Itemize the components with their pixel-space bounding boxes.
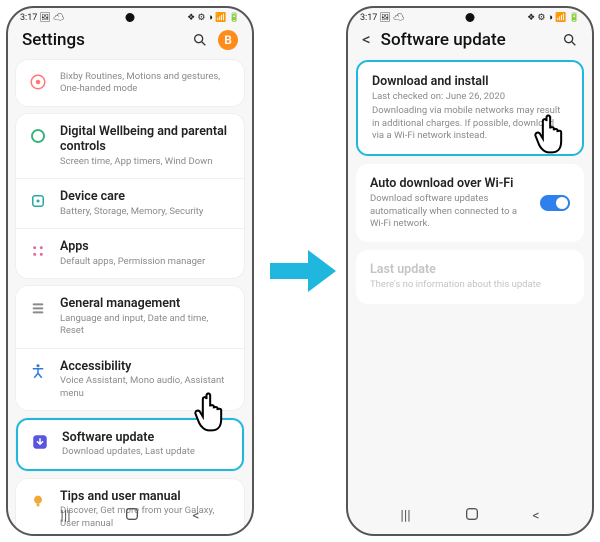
- item-sub: Screen time, App timers, Wind Down: [60, 156, 232, 168]
- item-title: Last update: [370, 262, 570, 277]
- accessibility-icon: [28, 361, 48, 381]
- nav-back[interactable]: <: [532, 508, 539, 524]
- item-sub: Battery, Storage, Memory, Security: [60, 206, 232, 218]
- settings-item-general[interactable]: General managementLanguage and input, Da…: [16, 286, 244, 347]
- devicecare-icon: [28, 191, 48, 211]
- general-icon: [28, 298, 48, 318]
- item-sub: Voice Assistant, Mono audio, Assistant m…: [60, 375, 232, 400]
- settings-item-accessibility[interactable]: AccessibilityVoice Assistant, Mono audio…: [16, 348, 244, 410]
- camera-cutout: [466, 13, 475, 22]
- apps-icon: [28, 241, 48, 261]
- item-title: Apps: [60, 239, 232, 255]
- status-icons-left: 🖼 ☁: [379, 13, 404, 23]
- item-sub: Bixby Routines, Motions and gestures, On…: [60, 71, 232, 96]
- nav-home[interactable]: [464, 506, 480, 526]
- phone-settings: 3:17🖼 ☁ ❖ ⚙ ◑ 📶 🔋 Settings B Bixby Routi…: [6, 6, 254, 536]
- settings-item-apps[interactable]: AppsDefault apps, Permission manager: [16, 228, 244, 278]
- item-sub: Download software updates automatically …: [370, 193, 530, 230]
- back-button[interactable]: <: [362, 30, 371, 50]
- item-sub: Language and input, Date and time, Reset: [60, 313, 232, 338]
- update-list: Download and install Last checked on: Ju…: [348, 60, 592, 304]
- nav-home[interactable]: [124, 506, 140, 526]
- search-icon[interactable]: [192, 32, 208, 48]
- item-sub: Default apps, Permission manager: [60, 256, 232, 268]
- nav-back[interactable]: <: [192, 508, 199, 524]
- item-title: Device care: [60, 189, 232, 205]
- item-sub: Downloading via mobile networks may resu…: [372, 105, 568, 142]
- wellbeing-icon: [28, 126, 48, 146]
- item-sub: Download updates, Last update: [62, 446, 230, 458]
- profile-avatar[interactable]: B: [218, 30, 238, 50]
- item-sub: Last checked on: June 26, 2020: [372, 91, 568, 103]
- auto-download-toggle[interactable]: [540, 195, 570, 211]
- nav-recents[interactable]: |||: [60, 508, 70, 524]
- settings-item-software-update[interactable]: Software updateDownload updates, Last up…: [18, 420, 242, 469]
- settings-item-devicecare[interactable]: Device careBattery, Storage, Memory, Sec…: [16, 178, 244, 228]
- auto-download-item[interactable]: Auto download over Wi-Fi Download softwa…: [356, 166, 584, 240]
- search-icon[interactable]: [562, 32, 578, 48]
- item-title: Software update: [62, 430, 230, 446]
- download-install-item[interactable]: Download and install Last checked on: Ju…: [358, 64, 582, 152]
- item-title: Download and install: [372, 74, 568, 89]
- settings-item-wellbeing[interactable]: Digital Wellbeing and parental controlsS…: [16, 114, 244, 179]
- phone-software-update: 3:17🖼 ☁ ❖ ⚙ ◑ 📶 🔋 < Software update Down…: [346, 6, 594, 536]
- status-icons-right: ❖ ⚙ ◑ 📶 🔋: [187, 12, 240, 23]
- item-sub: There's no information about this update: [370, 279, 570, 291]
- settings-header: Settings B: [8, 24, 252, 60]
- status-icons-right: ❖ ⚙ ◑ 📶 🔋: [527, 12, 580, 23]
- update-header: < Software update: [348, 24, 592, 60]
- item-title: Digital Wellbeing and parental controls: [60, 124, 232, 155]
- nav-recents[interactable]: |||: [400, 508, 410, 524]
- item-title: Accessibility: [60, 359, 232, 375]
- page-title: Settings: [22, 30, 192, 50]
- item-title: General management: [60, 296, 232, 312]
- nav-bar: ||| <: [348, 502, 592, 530]
- camera-cutout: [126, 13, 135, 22]
- page-title: Software update: [381, 30, 562, 50]
- settings-item-bixby[interactable]: Bixby Routines, Motions and gestures, On…: [16, 60, 244, 106]
- item-title: Auto download over Wi-Fi: [370, 176, 530, 191]
- status-icons-left: 🖼 ☁: [39, 13, 64, 23]
- last-update-item: Last update There's no information about…: [356, 252, 584, 301]
- status-time: 3:17: [20, 13, 37, 23]
- arrow-icon: [270, 248, 336, 294]
- settings-list: Bixby Routines, Motions and gestures, On…: [8, 60, 252, 536]
- status-time: 3:17: [360, 13, 377, 23]
- bixby-icon: [28, 72, 48, 92]
- nav-bar: ||| <: [8, 502, 252, 530]
- software-update-icon: [30, 432, 50, 452]
